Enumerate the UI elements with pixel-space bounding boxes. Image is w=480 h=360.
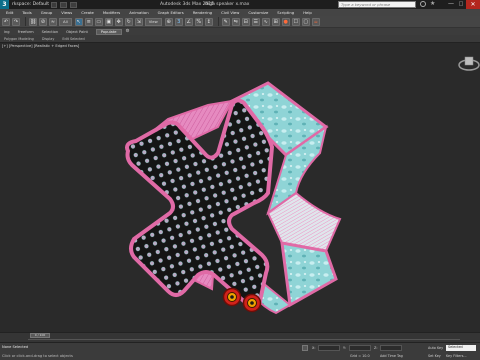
perspective-viewport[interactable]: [+] [Perspective] [Realistic + Edged Fac… <box>0 42 480 332</box>
time-slider-handle[interactable]: 0 / 100 <box>30 333 50 338</box>
grid-size: Grid = 10.0 <box>350 354 370 358</box>
snap-icon[interactable]: 3 <box>174 17 183 26</box>
menu-civil-view[interactable]: Civil View <box>221 10 239 15</box>
quick-access-save-icon[interactable] <box>70 1 78 8</box>
menu-bar: Edit Tools Group Views Create Modifiers … <box>0 9 480 16</box>
ribbon-tab-object-paint[interactable]: Object Paint <box>66 30 88 34</box>
align-icon[interactable]: ⊟ <box>241 17 250 26</box>
key-filter-dropdown[interactable]: Selected <box>446 345 476 351</box>
menu-views[interactable]: Views <box>61 10 72 15</box>
menu-customize[interactable]: Customize <box>248 10 268 15</box>
menu-edit[interactable]: Edit <box>6 10 13 15</box>
toolbar-divider <box>25 17 26 26</box>
selection-filter-dropdown[interactable]: All <box>59 17 72 26</box>
spinner-snap-icon[interactable]: ↕ <box>204 17 213 26</box>
time-slider[interactable]: 0 / 100 <box>0 332 480 342</box>
percent-snap-icon[interactable]: % <box>194 17 203 26</box>
curve-editor-icon[interactable]: ∿ <box>261 17 270 26</box>
menu-graph-editors[interactable]: Graph Editors <box>158 10 184 15</box>
ribbon-tab-selection[interactable]: Selection <box>42 30 59 34</box>
search-icon[interactable] <box>420 1 426 7</box>
render-setup-icon[interactable]: ☐ <box>291 17 300 26</box>
title-bar: 3 rkspace: Default Autodesk 3ds Max 2015… <box>0 0 480 9</box>
window-crossing-icon[interactable]: ▣ <box>104 17 113 26</box>
link-icon[interactable]: ⛓ <box>29 17 37 26</box>
unlink-icon[interactable]: ⊘ <box>39 17 47 26</box>
add-time-tag-button[interactable]: Add Time Tag <box>380 354 403 358</box>
main-toolbar: ↶ ↷ ⛓ ⊘ ≈ All ↖ ≡ ▭ ▣ ✥ ↻ ⇲ View ⊕ 3 ∠ %… <box>0 16 480 28</box>
rca-connector-right[interactable] <box>242 293 262 313</box>
material-editor-icon[interactable]: ● <box>281 17 290 26</box>
file-name: high speaker x.max <box>205 1 250 7</box>
ribbon-tab-populate[interactable]: Populate <box>95 28 122 35</box>
undo-icon[interactable]: ↶ <box>2 17 10 26</box>
z-coordinate-field[interactable] <box>380 345 402 351</box>
status-bar: None Selected Click or click-and-drag to… <box>0 342 480 360</box>
auto-key-button[interactable]: Auto Key <box>428 346 443 350</box>
ribbon-edit-selected[interactable]: Edit Selected <box>62 37 84 41</box>
menu-tools[interactable]: Tools <box>22 10 31 15</box>
menu-rendering[interactable]: Rendering <box>193 10 212 15</box>
redo-icon[interactable]: ↷ <box>12 17 20 26</box>
y-coordinate-field[interactable] <box>349 345 371 351</box>
search-input[interactable]: Type a keyword or phrase <box>338 1 416 8</box>
ribbon-tab-modeling[interactable]: ing <box>4 30 10 34</box>
angle-snap-icon[interactable]: ∠ <box>184 17 193 26</box>
rca-connector-left[interactable] <box>222 287 242 307</box>
favorites-star-icon[interactable]: ★ <box>430 0 435 7</box>
menu-animation[interactable]: Animation <box>129 10 148 15</box>
ribbon-polygon-modeling[interactable]: Polygon Modeling <box>4 37 34 41</box>
quick-access-open-icon[interactable] <box>60 1 68 8</box>
timeline-track[interactable] <box>28 339 460 340</box>
selection-lock-icon[interactable] <box>302 345 308 351</box>
key-filters-button[interactable]: Key Filters... <box>446 354 467 358</box>
select-icon[interactable]: ↖ <box>74 17 83 26</box>
ribbon-tabs: ing Freeform Selection Object Paint Popu… <box>0 28 480 35</box>
minimize-button[interactable]: — <box>446 0 456 9</box>
z-label: Z: <box>374 346 378 350</box>
region-icon[interactable]: ▭ <box>94 17 103 26</box>
scale-icon[interactable]: ⇲ <box>134 17 143 26</box>
bind-icon[interactable]: ≈ <box>49 17 57 26</box>
workspace-label[interactable]: rkspace: Default <box>12 2 49 7</box>
ribbon-panel: Polygon Modeling Display Edit Selected <box>0 35 480 42</box>
app-logo-icon[interactable]: 3 <box>0 0 9 9</box>
menu-create[interactable]: Create <box>81 10 94 15</box>
selection-status: None Selected <box>2 345 29 349</box>
render-frame-icon[interactable]: ▢ <box>301 17 310 26</box>
ribbon-gear-icon[interactable]: ⚙ <box>126 29 130 34</box>
pivot-icon[interactable]: ⊕ <box>164 17 173 26</box>
rotate-icon[interactable]: ↻ <box>124 17 133 26</box>
speaker-3d-model[interactable] <box>0 43 480 332</box>
ribbon-display[interactable]: Display <box>42 37 55 41</box>
layers-icon[interactable]: ☰ <box>251 17 260 26</box>
prompt-text: Click or click-and-drag to select object… <box>2 354 73 358</box>
toolbar-divider <box>217 17 219 26</box>
menu-group[interactable]: Group <box>41 10 53 15</box>
move-icon[interactable]: ✥ <box>114 17 123 26</box>
workspace-dropdown[interactable] <box>51 1 58 8</box>
x-label: X: <box>312 346 316 350</box>
model-side-face-bottom-right <box>280 241 338 308</box>
set-key-button[interactable]: Set Key <box>428 354 441 358</box>
named-selection-icon[interactable]: ✎ <box>221 17 230 26</box>
menu-modifiers[interactable]: Modifiers <box>103 10 120 15</box>
x-coordinate-field[interactable] <box>318 345 340 351</box>
select-by-name-icon[interactable]: ≡ <box>84 17 93 26</box>
close-button[interactable]: ✕ <box>466 0 480 9</box>
ribbon-tab-freeform[interactable]: Freeform <box>18 30 34 34</box>
schematic-icon[interactable]: ⊞ <box>271 17 280 26</box>
mirror-icon[interactable]: ⇋ <box>231 17 240 26</box>
maximize-button[interactable]: □ <box>456 0 466 9</box>
reference-coord-dropdown[interactable]: View <box>144 17 162 26</box>
menu-scripting[interactable]: Scripting <box>277 10 294 15</box>
menu-help[interactable]: Help <box>303 10 312 15</box>
y-label: Y: <box>343 346 346 350</box>
render-icon[interactable]: ☕ <box>311 17 320 26</box>
